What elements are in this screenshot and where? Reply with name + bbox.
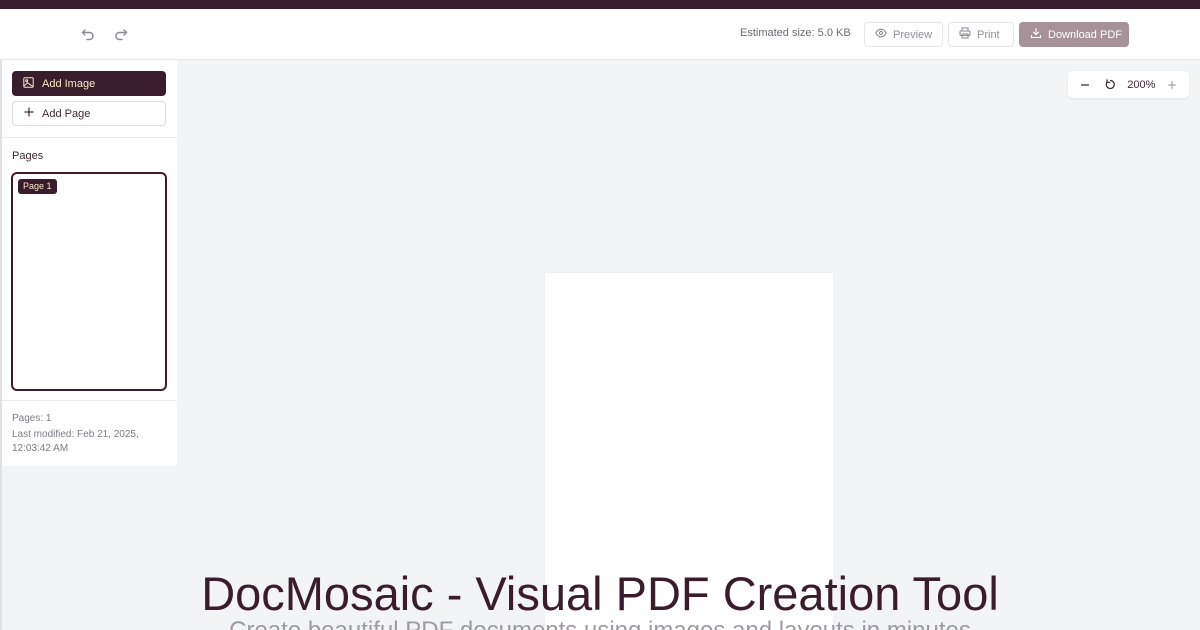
preview-label: Preview	[893, 28, 933, 41]
page-thumbnail[interactable]: Page 1	[11, 172, 167, 391]
add-image-label: Add Image	[42, 77, 96, 90]
zoom-in-icon[interactable]	[1163, 76, 1181, 94]
plus-icon	[24, 107, 34, 120]
add-image-button[interactable]: Add Image	[12, 71, 166, 96]
sidebar: Add Image Add Page Pages Page 1 Pages: 1…	[0, 60, 177, 466]
reset-zoom-icon[interactable]	[1102, 76, 1120, 94]
pages-count: Pages: 1	[12, 413, 52, 424]
print-label: Print	[977, 28, 1000, 41]
toolbar: Estimated size: 5.0 KB Preview Print Dow…	[0, 9, 1200, 60]
image-icon	[23, 76, 34, 91]
zoom-controls: 200%	[1068, 71, 1189, 98]
add-page-label: Add Page	[42, 107, 91, 120]
overlay-title: DocMosaic - Visual PDF Creation Tool	[201, 567, 999, 620]
redo-icon[interactable]	[108, 21, 134, 47]
overlay-subtitle: Create beautiful PDF documents using ima…	[0, 617, 1200, 630]
download-icon	[1030, 27, 1042, 42]
last-modified-time: 12:03:42 AM	[12, 443, 69, 454]
preview-button[interactable]: Preview	[864, 22, 943, 47]
zoom-out-icon[interactable]	[1076, 76, 1094, 94]
zoom-level: 200%	[1127, 78, 1156, 91]
print-button[interactable]: Print	[948, 22, 1014, 47]
download-pdf-button[interactable]: Download PDF	[1019, 22, 1129, 47]
undo-icon[interactable]	[75, 21, 101, 47]
add-page-button[interactable]: Add Page	[12, 101, 166, 126]
document-info: Pages: 1 Last modified: Feb 21, 2025, 12…	[2, 400, 177, 466]
last-modified: Last modified: Feb 21, 2025,	[12, 429, 139, 440]
download-label: Download PDF	[1048, 28, 1122, 41]
page-tag: Page 1	[18, 179, 57, 194]
estimated-size: Estimated size: 5.0 KB	[740, 27, 851, 39]
eye-icon	[875, 27, 887, 42]
pages-heading: Pages	[12, 150, 44, 162]
sidebar-actions: Add Image Add Page	[2, 60, 177, 138]
printer-icon	[959, 27, 971, 42]
top-accent-bar	[0, 0, 1200, 9]
